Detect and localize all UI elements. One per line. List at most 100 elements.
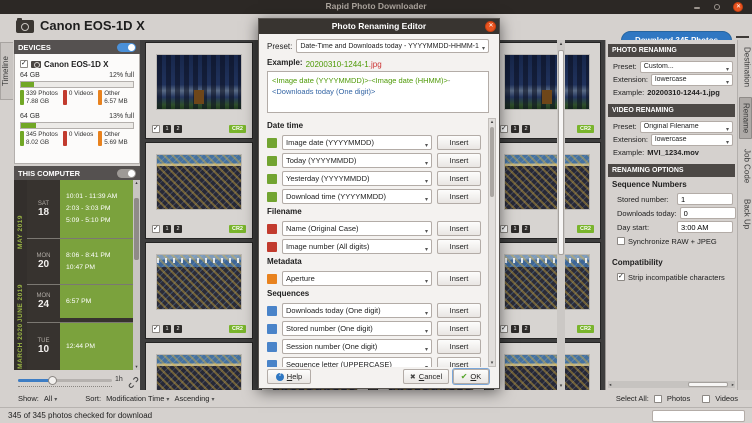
photo-extension-select[interactable]: lowercase [651,74,733,86]
insert-button[interactable]: Insert [437,221,481,236]
dialog-close-icon[interactable] [485,21,496,32]
synchronize-checkbox[interactable] [617,237,625,245]
thumbnail-card[interactable]: 12CR2 [493,342,601,390]
insert-button[interactable]: Insert [437,189,481,204]
component-select[interactable]: Name (Original Case) [282,221,432,236]
down-arrow-icon[interactable]: ▾ [557,383,565,389]
dialog-titlebar[interactable]: Photo Renaming Editor [259,19,499,34]
stored-number-input[interactable] [677,193,733,205]
timeline-group[interactable]: MON208:06 - 8:41 PM10:47 PM [27,238,133,284]
scrollbar-thumb[interactable] [688,382,728,387]
timeline-range-slider[interactable] [18,379,112,382]
cancel-button[interactable]: Cancel [403,369,449,384]
component-select[interactable]: Aperture [282,271,432,286]
videos-count: 0 Videos [69,131,93,138]
component-select[interactable]: Session number (One digit) [282,339,432,354]
up-arrow-icon[interactable] [489,119,495,125]
select-all-videos-checkbox[interactable] [702,395,710,403]
info-icon [276,373,284,381]
thumbnail-card[interactable]: 12CR2 [145,242,253,339]
insert-button[interactable]: Insert [437,271,481,286]
up-arrow-icon[interactable]: ▴ [133,180,140,186]
device-checkbox[interactable] [20,60,28,68]
thumbnail-checkbox[interactable] [152,225,160,233]
timeline-scrollbar[interactable]: ▴ ▾ [133,180,140,370]
scrollbar-thumb[interactable] [558,50,564,255]
tab-back-up[interactable]: Back Up [739,194,752,234]
select-all-photos-checkbox[interactable] [654,395,662,403]
timeline-widget[interactable]: MAY 2019SAT1810:01 - 11:39 AM2:03 - 3:03… [14,180,133,370]
insert-button[interactable]: Insert [437,321,481,336]
tab-job-code[interactable]: Job Code [739,144,752,188]
timeline-month-groups: TUE1012:44 PM [27,322,133,370]
timeline-group[interactable]: SAT1810:01 - 11:39 AM2:03 - 3:03 PM5:09 … [27,180,133,238]
insert-button[interactable]: Insert [437,339,481,354]
component-select[interactable]: Yesterday (YYYYMMDD) [282,171,432,186]
horizontal-scrollbar[interactable]: ◂ ▸ [608,381,735,388]
right-arrow-icon[interactable]: ▸ [732,382,734,388]
downloads-today-input[interactable] [680,207,736,219]
maximize-icon[interactable] [714,4,720,10]
day-start-input[interactable] [677,221,733,233]
scrollbar-thumb[interactable] [490,127,494,197]
down-arrow-icon[interactable] [489,360,495,366]
photo-preset-select[interactable]: Custom... [640,61,733,73]
thumbnail-card[interactable]: 12CR2 [145,42,253,139]
close-icon[interactable] [733,2,743,12]
up-arrow-icon[interactable]: ▴ [557,41,565,47]
insert-button[interactable]: Insert [437,153,481,168]
timeline-group[interactable]: MON246:57 PM [27,284,133,318]
help-button[interactable]: Help [267,369,311,384]
thumbnail-card[interactable]: 12CR2 [145,342,253,390]
left-arrow-icon[interactable]: ◂ [609,382,611,388]
sort-order-dropdown[interactable]: Ascending [174,394,214,403]
rename-pattern-editor[interactable]: <Image date (YYYYMMDD)>-<Image date (HHM… [267,71,489,113]
strip-incompatible-checkbox[interactable] [617,273,625,281]
sort-field-dropdown[interactable]: Modification Time [106,394,169,403]
thumbnail-checkbox[interactable] [152,325,160,333]
down-arrow-icon[interactable]: ▾ [133,364,140,370]
timeline-group[interactable]: TUE1012:44 PM [27,322,133,370]
devices-toggle[interactable] [117,43,136,52]
component-select[interactable]: Image date (YYYYMMDD) [282,135,432,150]
dialog-scrollbar[interactable] [488,118,496,367]
photo-renaming-editor-dialog: Photo Renaming Editor Preset: Date-Time … [258,18,500,389]
insert-button[interactable]: Insert [437,171,481,186]
thumbnail-card[interactable]: 12CR2 [145,142,253,239]
thumbnail-checkbox[interactable] [500,125,508,133]
timeline-time-range: 5:09 - 5:10 PM [66,215,133,227]
component-select[interactable]: Download time (YYYYMMDD) [282,189,432,204]
slider-handle[interactable] [48,376,57,385]
this-computer-toggle[interactable] [117,169,136,178]
thumbnail-card[interactable]: 12CR2 [493,42,601,139]
timeline-month-label: JUNE 2019 [14,284,27,322]
tab-destination[interactable]: Destination [739,42,752,92]
video-preset-select[interactable]: Original Filename [640,121,733,133]
thumbnail-card[interactable]: 12CR2 [493,142,601,239]
component-select[interactable]: Downloads today (One digit) [282,303,432,318]
device-row[interactable]: Canon EOS-1D X [20,58,134,70]
video-extension-select[interactable]: lowercase [651,134,733,146]
show-filter-dropdown[interactable]: All [44,394,57,403]
tab-rename[interactable]: Rename [739,97,752,139]
component-select[interactable]: Stored number (One digit) [282,321,432,336]
minimize-icon[interactable] [694,7,700,9]
thumbnail-card[interactable]: 12CR2 [493,242,601,339]
insert-button[interactable]: Insert [437,303,481,318]
thumbnail-checkbox[interactable] [500,225,508,233]
insert-button[interactable]: Insert [437,357,481,367]
thumbnail-checkbox[interactable] [500,325,508,333]
insert-button[interactable]: Insert [437,239,481,254]
rename-component-row: Today (YYYYMMDD) Insert [267,153,481,168]
preset-select[interactable]: Date-Time and Downloads today - YYYYMMDD… [296,39,489,53]
insert-button[interactable]: Insert [437,135,481,150]
devices-panel-header: DEVICES [14,40,140,54]
video-example-filename: MVI_1234.mov [647,148,699,157]
thumbnail-checkbox[interactable] [152,125,160,133]
component-select[interactable]: Image number (All digits) [282,239,432,254]
thumbnail-scrollbar[interactable]: ▴ ▾ [557,40,565,390]
ok-button[interactable]: OK [453,369,489,384]
component-select[interactable]: Today (YYYYMMDD) [282,153,432,168]
component-select[interactable]: Sequence letter (UPPERCASE) [282,357,432,367]
tab-timeline[interactable]: Timeline [0,42,13,100]
